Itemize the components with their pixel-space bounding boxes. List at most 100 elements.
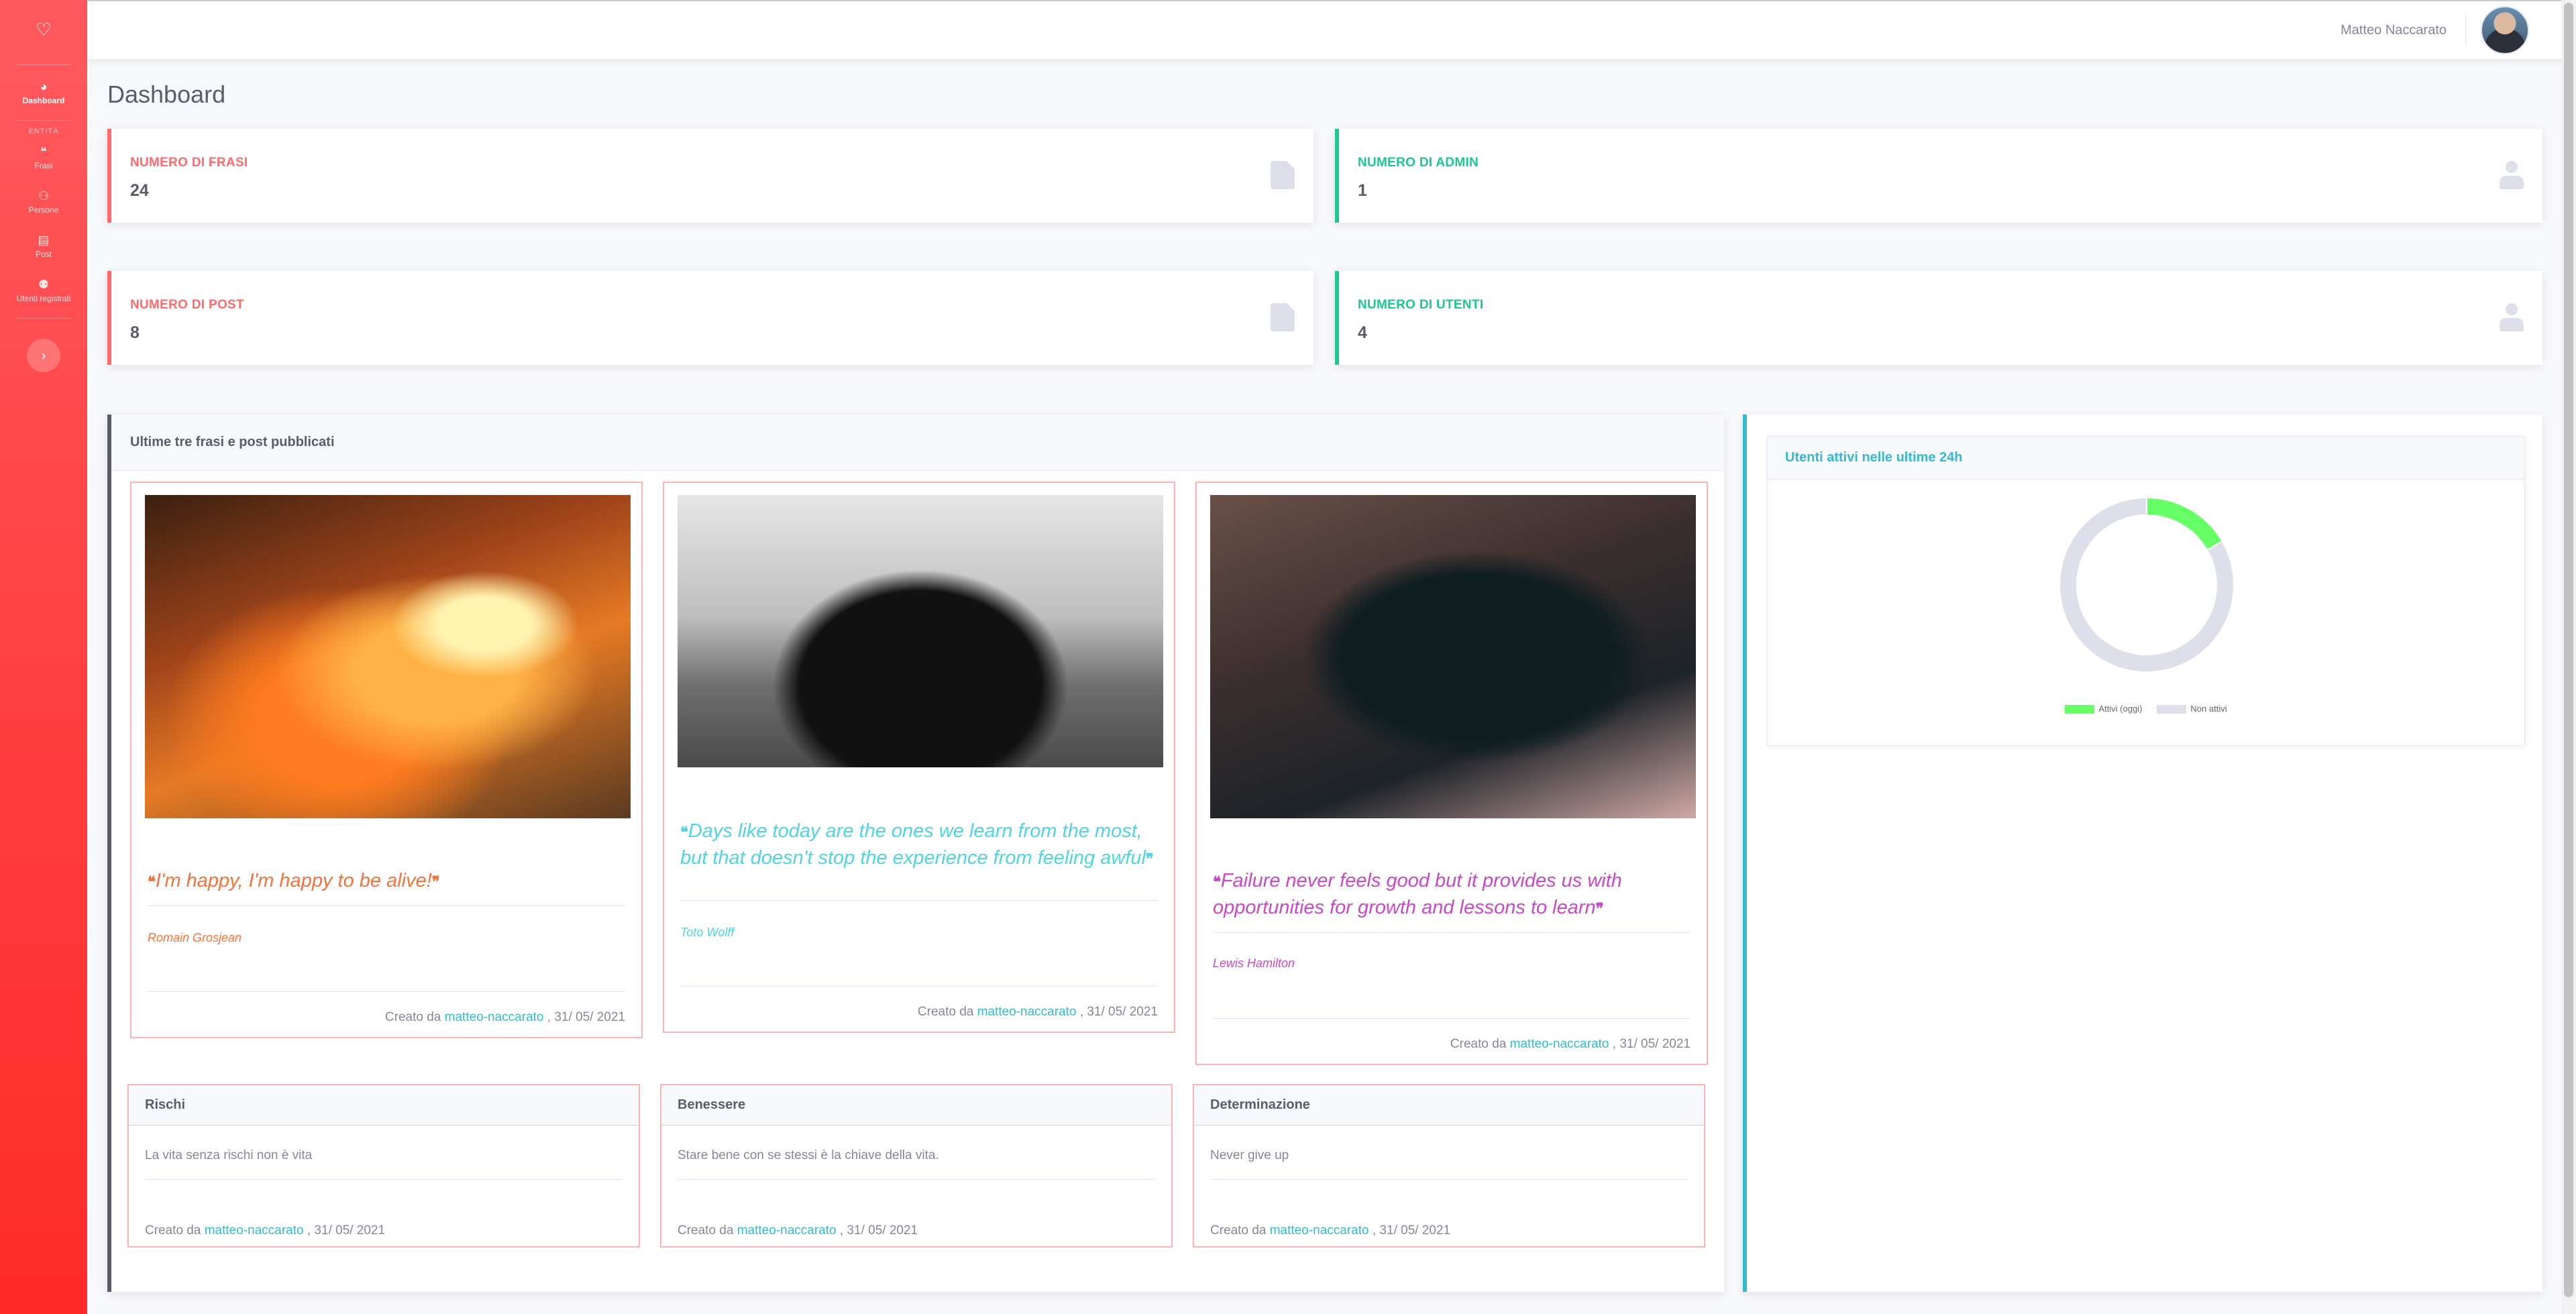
quote-close-icon: ❞: [1145, 851, 1154, 867]
stat-label: NUMERO DI POST: [130, 298, 244, 312]
divider: [680, 900, 1158, 901]
sidebar-divider: [16, 318, 71, 319]
author-link[interactable]: matteo-naccarato: [445, 1010, 544, 1024]
sidebar-item-label: Dashboard: [22, 96, 65, 105]
phrase-title: Determinazione: [1194, 1085, 1704, 1126]
file-icon: ▤: [38, 233, 50, 247]
active-users-panel: Utenti attivi nelle ultime 24h Attivi (o…: [1743, 415, 2542, 1292]
sidebar-item-frasi[interactable]: ❝ Frasi: [0, 135, 87, 180]
divider: [1213, 1018, 1690, 1019]
stat-label: NUMERO DI FRASI: [130, 156, 248, 170]
post-card[interactable]: ❝I'm happy, I'm happy to be alive!❞ Roma…: [130, 482, 643, 1038]
user-name[interactable]: Matteo Naccarato: [2341, 23, 2447, 38]
stat-value: 4: [1358, 323, 1367, 342]
author-link[interactable]: matteo-naccarato: [1270, 1223, 1369, 1238]
sidebar-divider: [16, 120, 71, 121]
author-link[interactable]: matteo-naccarato: [205, 1223, 304, 1238]
post-author: Lewis Hamilton: [1213, 956, 1295, 970]
author-link[interactable]: matteo-naccarato: [977, 1005, 1077, 1019]
active-users-chart-card: Utenti attivi nelle ultime 24h Attivi (o…: [1767, 436, 2525, 746]
divider: [1210, 1179, 1688, 1180]
tachometer-icon: ◕: [40, 80, 48, 93]
sidebar-item-persone[interactable]: ⚇ Persone: [0, 180, 87, 224]
divider: [680, 986, 1158, 987]
phrase-title: Benessere: [661, 1085, 1171, 1126]
avatar[interactable]: [2481, 6, 2529, 54]
post-created: Creato da matteo-naccarato , 31/ 05/ 202…: [384, 1010, 625, 1024]
author-link[interactable]: matteo-naccarato: [737, 1223, 837, 1238]
sidebar-item-dashboard[interactable]: ◕ Dashboard: [0, 70, 87, 115]
sidebar-toggle-button[interactable]: ›: [27, 339, 60, 372]
divider: [1213, 932, 1690, 933]
sidebar-item-label: Post: [35, 250, 52, 259]
quote-open-icon: ❝: [680, 824, 688, 840]
stat-card-frasi: NUMERO DI FRASI 24: [107, 129, 1313, 223]
page-title: Dashboard: [107, 80, 226, 108]
stat-card-utenti: NUMERO DI UTENTI 4: [1335, 271, 2542, 365]
brand-logo[interactable]: ♡: [0, 0, 87, 59]
recent-panel-title: Ultime tre frasi e post pubblicati: [111, 415, 1724, 471]
phrase-text: La vita senza rischi non è vita: [145, 1148, 313, 1162]
sidebar-item-label: Persone: [28, 205, 59, 215]
phrase-text: Never give up: [1210, 1148, 1289, 1162]
topbar-divider: [2465, 14, 2466, 46]
phrase-text: Stare bene con se stessi è la chiave del…: [678, 1148, 939, 1162]
sidebar-item-utenti-registrati[interactable]: ⚉ Utenti registrati: [0, 268, 87, 313]
quote-open-icon: ❝: [148, 873, 156, 890]
sidebar-divider: [16, 64, 71, 65]
divider: [678, 1179, 1155, 1180]
users-icon: ⚉: [38, 278, 50, 291]
scrollbar-thumb[interactable]: [2564, 3, 2573, 1297]
topbar: Matteo Naccarato: [87, 0, 2576, 59]
phrase-created: Creato da matteo-naccarato , 31/ 05/ 202…: [145, 1223, 386, 1238]
phrase-created: Creato da matteo-naccarato , 31/ 05/ 202…: [678, 1223, 918, 1238]
post-created: Creato da matteo-naccarato , 31/ 05/ 202…: [917, 1005, 1158, 1019]
legend-swatch: [2157, 705, 2187, 714]
sidebar-heading: ENTITÀ: [28, 127, 59, 135]
sidebar-item-post[interactable]: ▤ Post: [0, 224, 87, 268]
post-quote: ❝Failure never feels good but it provide…: [1213, 870, 1622, 918]
post-created: Creato da matteo-naccarato , 31/ 05/ 202…: [1450, 1037, 1690, 1051]
heart-outline-icon: ♡: [36, 19, 52, 40]
post-card[interactable]: ❝Days like today are the ones we learn f…: [663, 482, 1175, 1033]
post-author: Toto Wolff: [680, 926, 735, 939]
legend-item-attivi[interactable]: Attivi (oggi): [2065, 704, 2142, 714]
phrase-card[interactable]: Determinazione Never give up Creato da m…: [1193, 1084, 1705, 1248]
chart-legend: Attivi (oggi) Non attivi: [1768, 704, 2524, 714]
phrase-card[interactable]: Rischi La vita senza rischi non è vita C…: [127, 1084, 640, 1248]
post-quote: ❝Days like today are the ones we learn f…: [680, 820, 1154, 869]
stat-label: NUMERO DI ADMIN: [1358, 156, 1479, 170]
post-image: [1210, 495, 1696, 818]
donut-chart[interactable]: [1768, 481, 2526, 702]
phrase-title: Rischi: [129, 1085, 639, 1126]
chart-title: Utenti attivi nelle ultime 24h: [1768, 437, 2524, 480]
stat-value: 24: [130, 181, 149, 200]
quote-close-icon: ❞: [1595, 900, 1604, 917]
user-icon: [2500, 303, 2524, 331]
divider: [145, 1179, 623, 1180]
legend-swatch: [2065, 705, 2095, 714]
scrollbar[interactable]: [2561, 0, 2576, 1314]
chevron-right-icon: ›: [41, 347, 46, 364]
phrase-created: Creato da matteo-naccarato , 31/ 05/ 202…: [1210, 1223, 1451, 1238]
phrase-card[interactable]: Benessere Stare bene con se stessi è la …: [660, 1084, 1173, 1248]
legend-item-non-attivi[interactable]: Non attivi: [2157, 704, 2227, 714]
stat-value: 8: [130, 323, 140, 342]
file-image-icon: [1271, 161, 1295, 189]
user-icon: [2500, 161, 2524, 189]
sidebar-item-label: Utenti registrati: [16, 294, 71, 303]
post-card[interactable]: ❝Failure never feels good but it provide…: [1195, 482, 1708, 1065]
sidebar-item-label: Frasi: [34, 161, 53, 170]
post-image: [678, 495, 1163, 767]
quote-open-icon: ❝: [1213, 873, 1221, 890]
author-link[interactable]: matteo-naccarato: [1510, 1037, 1609, 1051]
file-image-icon: [1271, 303, 1295, 331]
stat-value: 1: [1358, 181, 1367, 200]
quote-close-icon: ❞: [431, 873, 440, 890]
stat-card-post: NUMERO DI POST 8: [107, 271, 1313, 365]
post-author: Romain Grosjean: [148, 931, 242, 944]
donut-slice-attivi-oggi[interactable]: [2146, 496, 2223, 551]
stat-card-admin: NUMERO DI ADMIN 1: [1335, 129, 2542, 223]
post-quote: ❝I'm happy, I'm happy to be alive!❞: [148, 870, 440, 891]
users-cog-icon: ⚇: [38, 189, 50, 203]
